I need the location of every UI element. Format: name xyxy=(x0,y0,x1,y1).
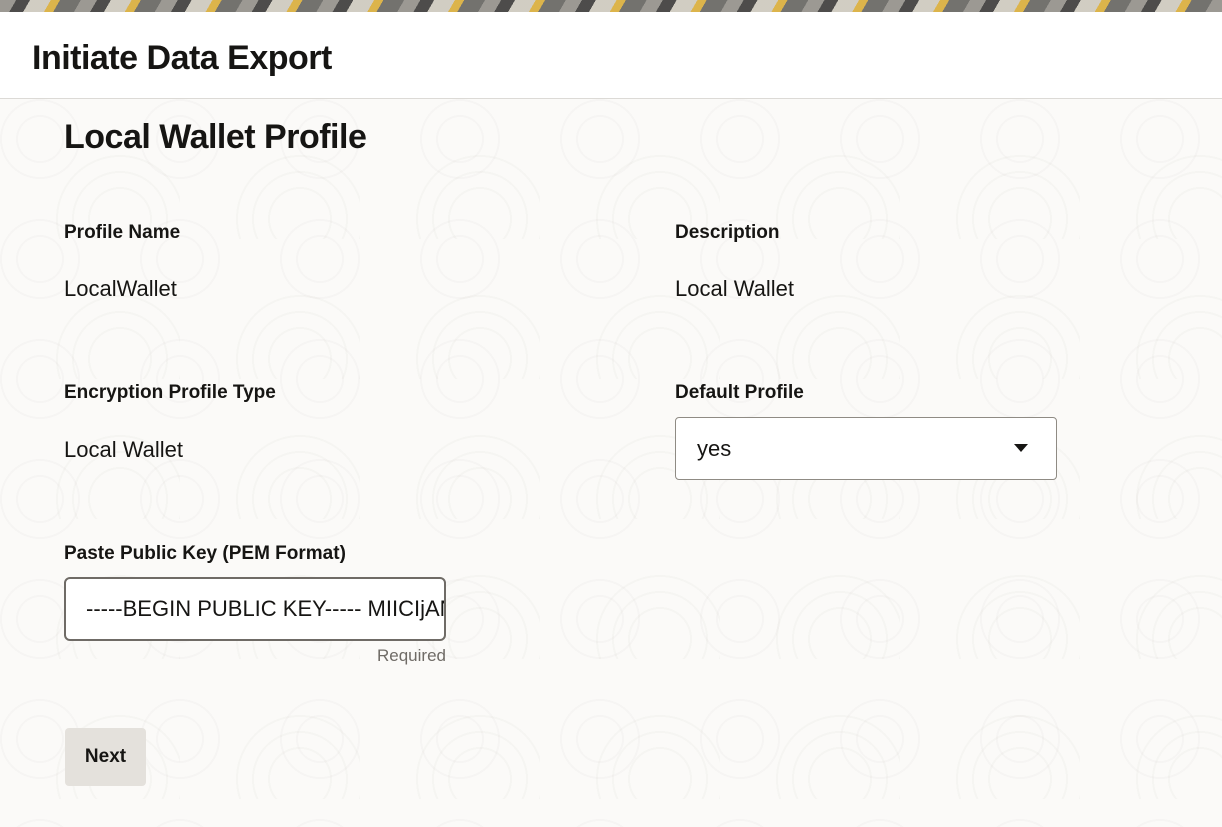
profile-name-value: LocalWallet xyxy=(64,276,177,301)
initiate-data-export-dialog: Initiate Data Export Local Wallet Profil… xyxy=(0,12,1222,827)
public-key-input[interactable] xyxy=(64,577,446,641)
section-title: Local Wallet Profile xyxy=(64,118,367,156)
dialog-body: Local Wallet Profile Profile Name LocalW… xyxy=(0,99,1222,827)
profile-name-label: Profile Name xyxy=(64,222,181,243)
description-label: Description xyxy=(675,222,780,243)
dialog-header: Initiate Data Export xyxy=(0,12,1222,99)
next-button[interactable]: Next xyxy=(65,728,146,786)
public-key-required-hint: Required xyxy=(377,646,446,665)
default-profile-select[interactable]: yes xyxy=(675,417,1057,480)
encryption-profile-type-value: Local Wallet xyxy=(64,437,184,462)
default-profile-select-value: yes xyxy=(697,436,732,461)
caret-down-icon xyxy=(1014,444,1028,452)
default-profile-label: Default Profile xyxy=(675,382,804,403)
dialog-title: Initiate Data Export xyxy=(32,39,332,77)
encryption-profile-type-label: Encryption Profile Type xyxy=(64,382,276,403)
public-key-label: Paste Public Key (PEM Format) xyxy=(64,543,346,564)
background-strip xyxy=(0,0,1222,12)
description-value: Local Wallet xyxy=(675,276,795,301)
